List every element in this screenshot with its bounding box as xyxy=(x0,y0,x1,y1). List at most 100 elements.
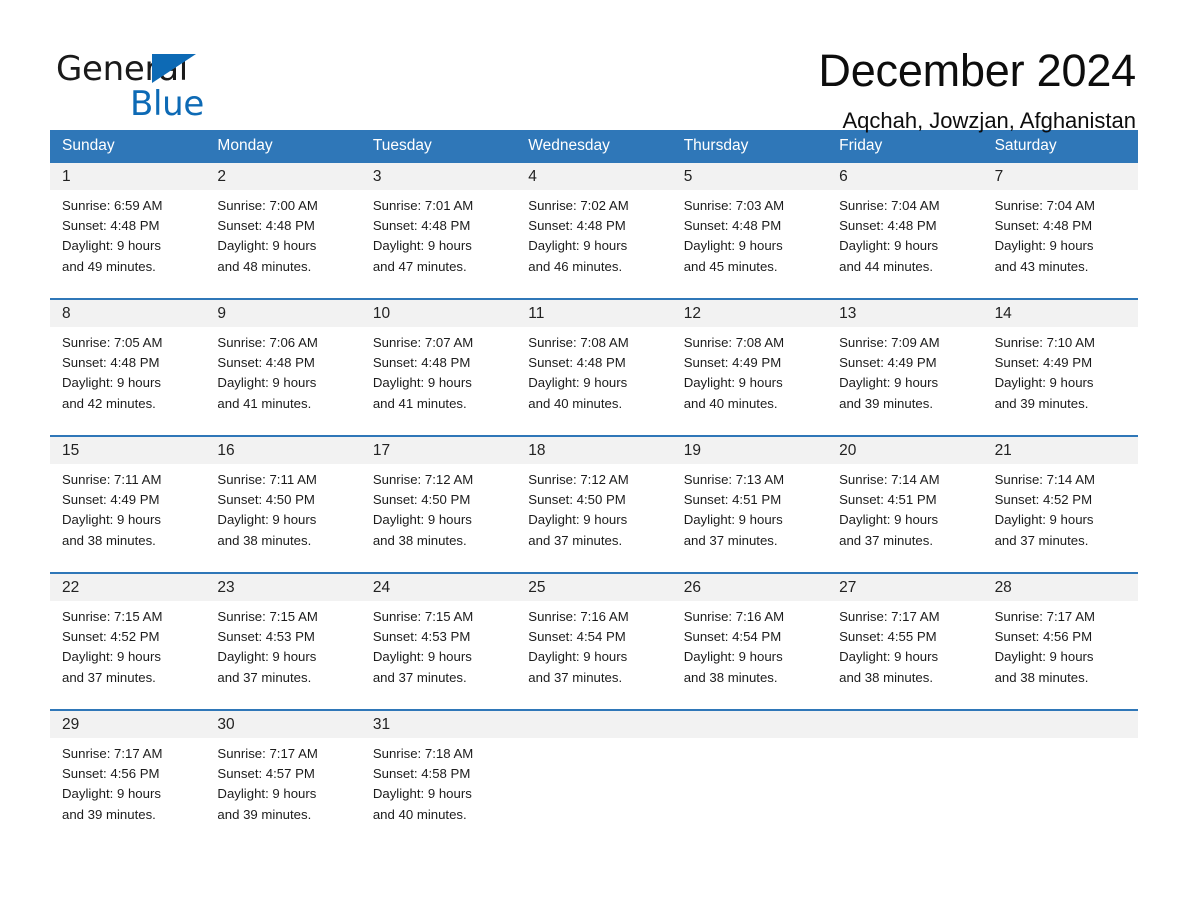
day-cell[interactable]: Sunrise: 7:08 AM Sunset: 4:48 PM Dayligh… xyxy=(516,333,671,435)
day-cell[interactable]: Sunrise: 7:16 AM Sunset: 4:54 PM Dayligh… xyxy=(672,607,827,709)
day-number[interactable]: 15 xyxy=(50,437,205,464)
day-number[interactable]: 24 xyxy=(361,574,516,601)
sunrise-text: Sunrise: 7:12 AM xyxy=(372,472,474,487)
day-cell[interactable]: Sunrise: 6:59 AM Sunset: 4:48 PM Dayligh… xyxy=(50,196,205,298)
day-number[interactable]: 5 xyxy=(672,163,827,190)
day-number[interactable]: 3 xyxy=(361,163,516,190)
day-number[interactable]: 28 xyxy=(983,574,1138,601)
week-daynumber-band: 8 9 10 11 12 13 14 xyxy=(50,300,1138,327)
daylight-text-line1: Daylight: 9 hours xyxy=(217,375,317,391)
day-cell[interactable]: Sunrise: 7:17 AM Sunset: 4:57 PM Dayligh… xyxy=(205,744,360,850)
day-cell[interactable]: Sunrise: 7:11 AM Sunset: 4:50 PM Dayligh… xyxy=(205,470,360,572)
day-number[interactable]: 8 xyxy=(50,300,205,327)
week-row: 22 23 24 25 26 27 28 Sunrise: 7:15 AM Su… xyxy=(50,572,1138,709)
day-cell[interactable]: Sunrise: 7:04 AM Sunset: 4:48 PM Dayligh… xyxy=(827,196,982,298)
sunset-text: Sunset: 4:53 PM xyxy=(217,629,315,645)
day-cell[interactable]: Sunrise: 7:08 AM Sunset: 4:49 PM Dayligh… xyxy=(672,333,827,435)
day-number[interactable]: 19 xyxy=(672,437,827,464)
sunset-text: Sunset: 4:51 PM xyxy=(839,492,937,508)
daylight-text-line2: and 40 minutes. xyxy=(683,395,778,411)
day-number[interactable]: 7 xyxy=(983,163,1138,190)
page-header: General Blue December 2024 Aqchah, Jowzj… xyxy=(0,0,1188,133)
day-cell[interactable]: Sunrise: 7:17 AM Sunset: 4:55 PM Dayligh… xyxy=(827,607,982,709)
day-cell[interactable]: Sunrise: 7:15 AM Sunset: 4:52 PM Dayligh… xyxy=(50,607,205,709)
day-cell[interactable]: Sunrise: 7:01 AM Sunset: 4:48 PM Dayligh… xyxy=(361,196,516,298)
day-cell[interactable]: Sunrise: 7:17 AM Sunset: 4:56 PM Dayligh… xyxy=(983,607,1138,709)
weekday-header-thursday: Thursday xyxy=(683,137,749,154)
day-number[interactable]: 10 xyxy=(361,300,516,327)
daylight-text-line2: and 37 minutes. xyxy=(683,532,778,548)
sunset-text: Sunset: 4:48 PM xyxy=(683,218,782,234)
sunrise-text: Sunrise: 7:13 AM xyxy=(683,472,785,487)
day-cell[interactable]: Sunrise: 7:02 AM Sunset: 4:48 PM Dayligh… xyxy=(516,196,671,298)
daylight-text-line2: and 47 minutes. xyxy=(372,258,467,274)
day-number[interactable]: 27 xyxy=(827,574,982,601)
sunset-text: Sunset: 4:48 PM xyxy=(528,355,626,371)
day-number[interactable]: 17 xyxy=(361,437,516,464)
day-number[interactable]: 12 xyxy=(672,300,827,327)
day-cell[interactable]: Sunrise: 7:05 AM Sunset: 4:48 PM Dayligh… xyxy=(50,333,205,435)
day-cell[interactable]: Sunrise: 7:04 AM Sunset: 4:48 PM Dayligh… xyxy=(983,196,1138,298)
daylight-text-line1: Daylight: 9 hours xyxy=(994,375,1094,391)
weekday-header-friday: Friday xyxy=(839,137,883,154)
daylight-text-line2: and 49 minutes. xyxy=(62,258,156,274)
daylight-text-line2: and 37 minutes. xyxy=(528,532,623,548)
day-number[interactable]: 13 xyxy=(827,300,982,327)
week-detail-band: Sunrise: 7:11 AM Sunset: 4:49 PM Dayligh… xyxy=(50,464,1138,572)
sunset-text: Sunset: 4:50 PM xyxy=(528,492,626,508)
daylight-text-line2: and 38 minutes. xyxy=(839,669,933,685)
sunset-text: Sunset: 4:56 PM xyxy=(994,629,1093,645)
day-number[interactable]: 29 xyxy=(50,711,205,738)
day-number[interactable]: 4 xyxy=(516,163,671,190)
day-cell[interactable]: Sunrise: 7:03 AM Sunset: 4:48 PM Dayligh… xyxy=(672,196,827,298)
day-cell[interactable]: Sunrise: 7:12 AM Sunset: 4:50 PM Dayligh… xyxy=(516,470,671,572)
sunrise-text: Sunrise: 7:18 AM xyxy=(372,746,474,761)
day-cell[interactable]: Sunrise: 7:13 AM Sunset: 4:51 PM Dayligh… xyxy=(672,470,827,572)
day-cell[interactable]: Sunrise: 7:14 AM Sunset: 4:51 PM Dayligh… xyxy=(827,470,982,572)
daylight-text-line1: Daylight: 9 hours xyxy=(683,238,783,254)
day-number[interactable]: 9 xyxy=(205,300,360,327)
daylight-text-line1: Daylight: 9 hours xyxy=(683,649,783,665)
sunset-text: Sunset: 4:49 PM xyxy=(839,355,937,371)
day-number[interactable]: 18 xyxy=(516,437,671,464)
daylight-text-line2: and 38 minutes. xyxy=(994,669,1089,685)
day-cell[interactable]: Sunrise: 7:16 AM Sunset: 4:54 PM Dayligh… xyxy=(516,607,671,709)
day-cell[interactable]: Sunrise: 7:15 AM Sunset: 4:53 PM Dayligh… xyxy=(361,607,516,709)
day-number[interactable]: 11 xyxy=(516,300,671,327)
day-number[interactable]: 26 xyxy=(672,574,827,601)
day-number[interactable]: 25 xyxy=(516,574,671,601)
day-cell[interactable]: Sunrise: 7:12 AM Sunset: 4:50 PM Dayligh… xyxy=(361,470,516,572)
day-cell[interactable]: Sunrise: 7:18 AM Sunset: 4:58 PM Dayligh… xyxy=(361,744,516,850)
day-number[interactable]: 23 xyxy=(205,574,360,601)
daylight-text-line1: Daylight: 9 hours xyxy=(839,238,939,254)
sunrise-text: Sunrise: 7:17 AM xyxy=(62,746,163,761)
day-number[interactable]: 16 xyxy=(205,437,360,464)
day-cell[interactable]: Sunrise: 7:09 AM Sunset: 4:49 PM Dayligh… xyxy=(827,333,982,435)
day-cell[interactable]: Sunrise: 7:14 AM Sunset: 4:52 PM Dayligh… xyxy=(983,470,1138,572)
day-number[interactable]: 21 xyxy=(983,437,1138,464)
day-cell[interactable]: Sunrise: 7:11 AM Sunset: 4:49 PM Dayligh… xyxy=(50,470,205,572)
day-number[interactable]: 22 xyxy=(50,574,205,601)
day-number[interactable]: 2 xyxy=(205,163,360,190)
day-cell[interactable]: Sunrise: 7:06 AM Sunset: 4:48 PM Dayligh… xyxy=(205,333,360,435)
day-number[interactable]: 14 xyxy=(983,300,1138,327)
sunset-text: Sunset: 4:48 PM xyxy=(217,218,315,234)
daylight-text-line1: Daylight: 9 hours xyxy=(683,375,783,391)
day-cell[interactable]: Sunrise: 7:17 AM Sunset: 4:56 PM Dayligh… xyxy=(50,744,205,850)
day-number[interactable]: 30 xyxy=(205,711,360,738)
sunrise-text: Sunrise: 7:14 AM xyxy=(839,472,940,487)
day-cell[interactable]: Sunrise: 7:00 AM Sunset: 4:48 PM Dayligh… xyxy=(205,196,360,298)
day-number[interactable]: 6 xyxy=(827,163,982,190)
sunset-text: Sunset: 4:55 PM xyxy=(839,629,937,645)
day-number[interactable]: 1 xyxy=(50,163,205,190)
daylight-text-line2: and 40 minutes. xyxy=(528,395,623,411)
week-daynumber-band: 22 23 24 25 26 27 28 xyxy=(50,574,1138,601)
weekday-header-sunday: Sunday xyxy=(62,137,115,154)
sunrise-text: Sunrise: 7:06 AM xyxy=(217,335,318,350)
day-cell[interactable]: Sunrise: 7:15 AM Sunset: 4:53 PM Dayligh… xyxy=(205,607,360,709)
sunset-text: Sunset: 4:50 PM xyxy=(372,492,471,508)
day-cell[interactable]: Sunrise: 7:10 AM Sunset: 4:49 PM Dayligh… xyxy=(983,333,1138,435)
day-number[interactable]: 20 xyxy=(827,437,982,464)
day-number[interactable]: 31 xyxy=(361,711,516,738)
day-cell[interactable]: Sunrise: 7:07 AM Sunset: 4:48 PM Dayligh… xyxy=(361,333,516,435)
